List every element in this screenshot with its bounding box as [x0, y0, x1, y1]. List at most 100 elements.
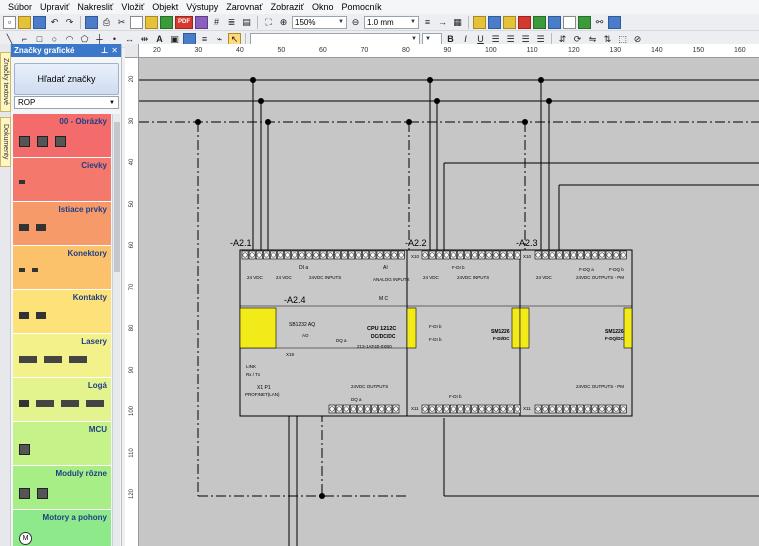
- menu-view[interactable]: Zobraziť: [269, 2, 310, 12]
- category-item[interactable]: Istiace prvky: [13, 202, 111, 246]
- category-select[interactable]: ROP ▼: [14, 96, 119, 109]
- symbol-thumbnail-icon[interactable]: [37, 136, 48, 147]
- image-icon[interactable]: [195, 15, 208, 29]
- search-symbols-button[interactable]: Hľadať značky: [14, 63, 119, 95]
- symbol-thumbnail-icon[interactable]: [37, 488, 48, 499]
- save-icon[interactable]: [33, 15, 46, 29]
- sm2-type-label: F-DQ/DC: [605, 336, 624, 341]
- print-icon[interactable]: ⎙: [100, 16, 113, 29]
- symbol-thumbnail-icon[interactable]: [61, 400, 79, 407]
- paste-icon[interactable]: [145, 15, 158, 29]
- zoom-fit-icon[interactable]: ⛶: [262, 16, 275, 29]
- tab-documents[interactable]: Dokumenty: [0, 117, 11, 167]
- symbol-thumbnail-icon[interactable]: [19, 444, 30, 455]
- symbol-thumbnail-icon[interactable]: [19, 136, 30, 147]
- symbol-thumbnail-icon[interactable]: [19, 224, 29, 231]
- menu-draw[interactable]: Nakresliť: [75, 2, 119, 12]
- arrow-style-icon[interactable]: →: [436, 16, 449, 29]
- symbol-thumbnail-icon[interactable]: [36, 312, 46, 319]
- menu-align[interactable]: Zarovnať: [224, 2, 268, 12]
- line-style-icon[interactable]: ≡: [421, 16, 434, 29]
- category-item[interactable]: Logá: [13, 378, 111, 422]
- terminal-screw: [571, 252, 576, 258]
- copy-object-icon[interactable]: [563, 15, 576, 29]
- library-icon[interactable]: [503, 15, 516, 29]
- ruler-label: 100: [129, 406, 135, 417]
- layers-icon[interactable]: ≣: [225, 16, 238, 29]
- symbol-thumbnail-icon[interactable]: [36, 224, 46, 231]
- symbol-icon[interactable]: [533, 15, 546, 29]
- category-scrollbar[interactable]: [112, 114, 120, 546]
- settings-icon[interactable]: [608, 15, 621, 29]
- category-item[interactable]: 00 - Obrázky: [13, 114, 111, 158]
- terminal-screw: [458, 252, 463, 258]
- terminal-screw: [514, 252, 520, 258]
- category-item[interactable]: Kontakty: [13, 290, 111, 334]
- pin-icon[interactable]: ⊥: [101, 46, 108, 55]
- copy-icon[interactable]: [130, 15, 143, 29]
- terminal-screw: [556, 252, 562, 258]
- symbol-thumbnail-icon[interactable]: [36, 400, 54, 407]
- chevron-down-icon: ▼: [109, 99, 115, 106]
- symbol-thumbnail-icon[interactable]: [19, 180, 25, 184]
- symbol-thumbnail-icon[interactable]: [19, 268, 25, 272]
- ruler-label: 60: [319, 47, 327, 54]
- print-preview-icon[interactable]: [85, 15, 98, 29]
- symbol-thumbnail-icon[interactable]: [19, 400, 29, 407]
- drawing-canvas[interactable]: -A2.1 -A2.2 -A2.3 -A2.4 24 VDC 24 VDC DI…: [139, 58, 759, 546]
- menu-file[interactable]: Súbor: [6, 2, 38, 12]
- ruler-label: 70: [360, 47, 369, 54]
- menu-object[interactable]: Objekt: [150, 2, 184, 12]
- symbol-thumbnail-icon[interactable]: [19, 312, 29, 319]
- symbol-thumbnail-icon[interactable]: [69, 356, 87, 363]
- category-item[interactable]: Konektory: [13, 246, 111, 290]
- menu-outputs[interactable]: Výstupy: [184, 2, 224, 12]
- open-folder-icon[interactable]: [18, 15, 31, 29]
- terminal-screw: [256, 252, 262, 258]
- symbol-thumbnail-icon[interactable]: [86, 400, 104, 407]
- symbol-thumbnail-icon[interactable]: [44, 356, 62, 363]
- properties-icon[interactable]: ▦: [451, 16, 464, 29]
- symbol-thumbnail-icon[interactable]: M: [19, 532, 32, 545]
- category-item[interactable]: Lasery: [13, 334, 111, 378]
- zoom-out-icon[interactable]: ⊖: [349, 16, 362, 29]
- category-item[interactable]: Cievky: [13, 158, 111, 202]
- menu-insert[interactable]: Vložiť: [119, 2, 150, 12]
- category-item[interactable]: MCU: [13, 422, 111, 466]
- tab-text-symbols[interactable]: Značky textové: [0, 52, 11, 112]
- category-item[interactable]: Moduly rôzne: [13, 466, 111, 510]
- paste-object-icon[interactable]: [578, 15, 591, 29]
- dia-label: DI a: [299, 265, 308, 271]
- pdf-export-button[interactable]: PDF: [175, 15, 193, 29]
- new-file-icon[interactable]: ▫: [3, 15, 16, 29]
- close-icon[interactable]: ✕: [111, 46, 118, 55]
- terminal-screw: [429, 252, 435, 258]
- symbol-thumbnail-icon[interactable]: [32, 268, 38, 272]
- zoom-select[interactable]: 150% ▼: [292, 15, 347, 29]
- category-item[interactable]: Motory a pohony M: [13, 510, 111, 546]
- text-block-icon[interactable]: ▤: [240, 16, 253, 29]
- group-icon[interactable]: [488, 15, 501, 29]
- left-vertical-tabs: Značky textové Dokumenty: [0, 44, 11, 546]
- scrollbar-thumb[interactable]: [114, 122, 120, 272]
- line-width-select[interactable]: 1.0 mm ▼: [364, 15, 419, 29]
- menu-edit[interactable]: Upraviť: [38, 2, 75, 12]
- zoom-in-icon[interactable]: ⊕: [277, 16, 290, 29]
- symbol-thumbnails: M: [19, 532, 32, 545]
- junction-dot: [546, 98, 552, 104]
- binoculars-icon[interactable]: ⚯: [593, 16, 606, 29]
- symbol-thumbnail-icon[interactable]: [19, 488, 30, 499]
- symbol-thumbnail-icon[interactable]: [55, 136, 66, 147]
- database-icon[interactable]: [548, 15, 561, 29]
- export-icon[interactable]: [160, 15, 173, 29]
- menu-window[interactable]: Okno: [310, 2, 340, 12]
- folder-icon[interactable]: [473, 15, 486, 29]
- undo-icon[interactable]: ↶: [48, 16, 61, 29]
- favorite-heart-icon[interactable]: [518, 15, 531, 29]
- menu-help[interactable]: Pomocník: [340, 2, 388, 12]
- terminal-screw: [592, 406, 598, 412]
- grid-icon[interactable]: #: [210, 16, 223, 29]
- redo-icon[interactable]: ↷: [63, 16, 76, 29]
- cut-icon[interactable]: ✂: [115, 16, 128, 29]
- symbol-thumbnail-icon[interactable]: [19, 356, 37, 363]
